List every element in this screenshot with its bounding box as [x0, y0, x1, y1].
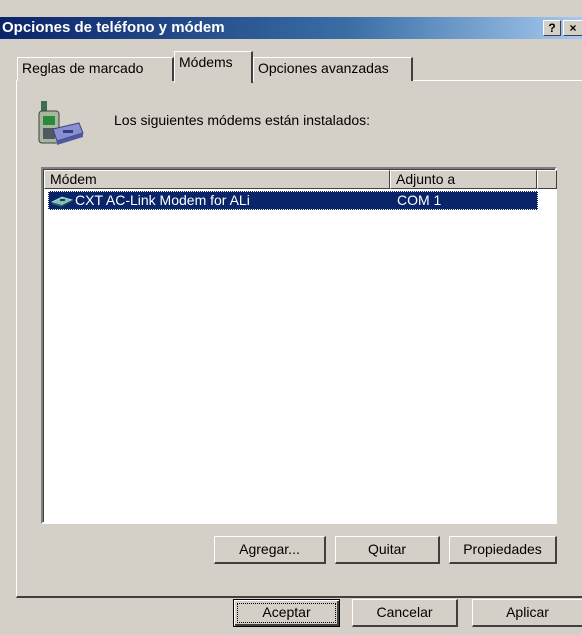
column-header-modem[interactable]: Módem	[44, 170, 390, 189]
help-button[interactable]: ?	[543, 20, 561, 36]
ok-button[interactable]: Aceptar	[233, 599, 340, 627]
ok-button-label: Aceptar	[237, 603, 336, 623]
tab-dialing-rules[interactable]: Reglas de marcado	[17, 57, 174, 81]
tab-advanced-options[interactable]: Opciones avanzadas	[253, 57, 413, 81]
title-bar[interactable]: Opciones de teléfono y módem ? ×	[0, 17, 582, 39]
window-title: Opciones de teléfono y módem	[2, 19, 225, 36]
tab-modems[interactable]: Módems	[174, 51, 253, 83]
table-row[interactable]: CXT AC-Link Modem for ALi COM 1	[48, 191, 538, 210]
remove-button[interactable]: Quitar	[335, 536, 440, 564]
modems-list[interactable]: Módem Adjunto a CXT AC-Link Modem for AL…	[41, 167, 557, 524]
modem-name-cell: CXT AC-Link Modem for ALi	[75, 192, 250, 208]
modem-device-icon	[50, 196, 74, 207]
close-button[interactable]: ×	[563, 20, 582, 36]
column-header-filler	[537, 170, 557, 189]
dialog-window: Opciones de teléfono y módem ? × Reglas …	[0, 0, 582, 635]
apply-button[interactable]: Aplicar	[472, 599, 582, 627]
column-header-attached-to[interactable]: Adjunto a	[390, 170, 537, 189]
modem-phone-icon	[38, 101, 84, 145]
properties-button[interactable]: Propiedades	[449, 536, 557, 564]
list-frame: Módem Adjunto a CXT AC-Link Modem for AL…	[43, 169, 557, 522]
modem-port-cell: COM 1	[397, 192, 442, 208]
cancel-button[interactable]: Cancelar	[352, 599, 458, 627]
add-button[interactable]: Agregar...	[214, 536, 326, 564]
installed-modems-label: Los siguientes módems están instalados:	[114, 112, 371, 128]
